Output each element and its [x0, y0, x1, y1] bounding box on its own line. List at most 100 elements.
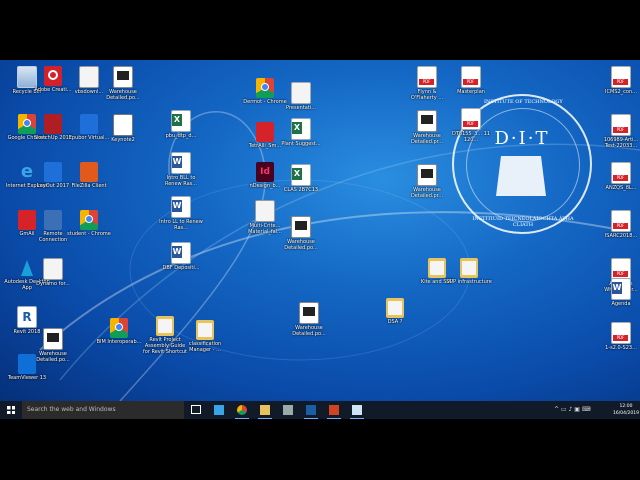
desktop-shortcut[interactable]: 1-s2.0-S23...	[598, 322, 640, 351]
desktop-shortcut[interactable]: Flynn & O'Flaherty ...	[404, 66, 450, 101]
taskbar-button[interactable]	[347, 401, 367, 419]
shortcut-label: 106989-Arti... Test-22033...	[603, 137, 639, 149]
desktop-shortcut[interactable]: ISARC2018...	[598, 210, 640, 239]
shortcut-label: Warehouse Detailed.po...	[284, 239, 318, 251]
desktop-shortcut[interactable]: 106989-Arti... Test-22033...	[598, 114, 640, 149]
flynn-oflaherty-icon	[417, 66, 437, 88]
desktop-shortcut[interactable]: Warehouse Detailed.po...	[30, 328, 76, 363]
shortcut-label: ANZQS_8L...	[605, 185, 637, 191]
layout-2017-icon	[44, 162, 62, 182]
shortcut-label: Warehouse Detailed.po...	[106, 89, 140, 101]
shortcut-label: Intro BLL to Renew Ras...	[164, 175, 198, 187]
shortcut-label: Agenda	[611, 301, 631, 307]
shortcut-label: DT8155_3... 11 120...	[451, 131, 491, 143]
shortcut-label: Flynn & O'Flaherty ...	[410, 89, 444, 101]
desktop-shortcut[interactable]: Warehouse Detailed.pr...	[404, 164, 450, 199]
desktop-shortcut[interactable]: SUP infrastructure	[446, 258, 492, 285]
shortcut-label: DBF Depositi...	[162, 265, 200, 271]
desktop-shortcut[interactable]: Dynamo for...	[30, 258, 76, 287]
shortcut-label: Warehouse Detailed.po...	[36, 351, 70, 363]
autodesk-whitepaper-icon	[611, 258, 631, 280]
desktop-shortcut[interactable]: Plant Suggest...	[278, 118, 324, 147]
desktop-shortcut[interactable]: classification Manager - ...	[182, 320, 228, 353]
desktop-shortcut[interactable]: Warehouse Detailed.po...	[286, 302, 332, 337]
desktop-shortcut[interactable]: Agenda	[598, 278, 640, 307]
dermot-chrome-icon	[256, 78, 274, 98]
desktop-shortcut[interactable]: DSA ?	[372, 298, 418, 325]
106989-icon	[611, 114, 631, 136]
taskbar-button[interactable]	[255, 401, 275, 419]
taskbar-button[interactable]	[278, 401, 298, 419]
start-button[interactable]	[0, 401, 22, 419]
plant-suggest-icon	[291, 118, 311, 140]
dynamo-icon	[43, 258, 63, 280]
desktop-shortcut[interactable]: FileZilla Client	[66, 162, 112, 189]
revit-assembly-guide-icon	[156, 316, 174, 336]
intro-ll-renew-icon	[171, 196, 191, 218]
warehouse-detailed-right2-icon	[417, 164, 437, 186]
keynote2-icon	[113, 114, 133, 136]
icms2-icon	[611, 66, 631, 88]
search-input[interactable]: Search the web and Windows	[22, 401, 184, 419]
task-view-icon	[191, 405, 201, 414]
taskbar-button[interactable]	[209, 401, 229, 419]
desktop-shortcut[interactable]: CLAS 2B7C13	[278, 164, 324, 193]
clock-date: 16/04/2019	[613, 411, 639, 416]
taskbar-button[interactable]	[324, 401, 344, 419]
desktop-shortcut[interactable]: pbu_dtp_d...	[158, 110, 204, 139]
clock[interactable]: 12:00 16/04/2019	[612, 403, 640, 417]
revit-taskbar-icon	[306, 405, 316, 415]
student-chrome-icon	[80, 210, 98, 230]
isarc2018-icon	[611, 210, 631, 232]
shortcut-label: student - Chrome	[67, 231, 111, 237]
taskbar-button[interactable]	[232, 401, 252, 419]
epubor-icon	[80, 114, 98, 134]
shortcut-label: Warehouse Detailed.po...	[292, 325, 326, 337]
powerpoint-taskbar-icon	[329, 405, 339, 415]
desktop-shortcut[interactable]: Warehouse Detailed.po...	[278, 216, 324, 251]
dbf-deposition-icon	[171, 242, 191, 264]
shortcut-label: SUP infrastructure	[446, 279, 492, 285]
classification-manager-icon	[196, 320, 214, 340]
shortcut-label: ISARC2018...	[604, 233, 638, 239]
file-explorer-icon	[260, 405, 270, 415]
warehouse-detailed-top-icon	[113, 66, 133, 88]
desktop[interactable]: INSTITUTE OF TECHNOLOGY D·I·T INSTITIÚID…	[0, 60, 640, 401]
kite-and-sup-icon	[428, 258, 446, 278]
store-icon	[283, 405, 293, 415]
desktop-shortcut[interactable]: ICMS2_con...	[598, 66, 640, 95]
desktop-shortcut[interactable]: Intro LL to Renew Ras...	[158, 196, 204, 231]
revit-2018-icon	[17, 306, 37, 328]
desktop-shortcut[interactable]: BIM Interoperab...	[96, 318, 142, 345]
shortcut-label: Masterplan	[457, 89, 485, 95]
desktop-shortcut[interactable]: DBF Depositi...	[158, 242, 204, 271]
shortcut-label: DSA ?	[387, 319, 403, 325]
desktop-shortcut[interactable]: Presentati...	[278, 82, 324, 111]
clas-icon	[291, 164, 311, 186]
shortcut-label: BIM Interoperab...	[96, 339, 142, 345]
desktop-shortcut[interactable]: ANZQS_8L...	[598, 162, 640, 191]
system-tray[interactable]: ^ ▭ ♪ ▣ ⌨	[554, 401, 610, 419]
presentation-icon	[291, 82, 311, 104]
desktop-shortcut[interactable]: student - Chrome	[66, 210, 112, 237]
sup-infrastructure-icon	[460, 258, 478, 278]
shortcut-label: classification Manager - ...	[188, 341, 222, 353]
masterplan-icon	[461, 66, 481, 88]
desktop-shortcut[interactable]: Masterplan	[448, 66, 494, 95]
shortcut-label: Warehouse Detailed.pr...	[410, 133, 444, 145]
shortcut-label: Intro LL to Renew Ras...	[159, 219, 203, 231]
clock-time: 12:00	[619, 404, 633, 409]
bim-interoperability-icon	[110, 318, 128, 338]
desktop-shortcut[interactable]: Keynote2	[100, 114, 146, 143]
desktop-shortcut[interactable]: Intro BLL to Renew Ras...	[158, 152, 204, 187]
shortcut-label: 1-s2.0-S23...	[605, 345, 637, 351]
desktop-shortcut[interactable]: DT8155_3... 11 120...	[448, 108, 494, 143]
taskbar-button[interactable]	[186, 401, 206, 419]
warehouse-detailed-right1-icon	[417, 110, 437, 132]
desktop-shortcut[interactable]: Warehouse Detailed.po...	[100, 66, 146, 101]
adobe-creative-cloud-icon	[44, 66, 62, 86]
desktop-shortcut[interactable]: Warehouse Detailed.pr...	[404, 110, 450, 145]
taskbar-button[interactable]	[301, 401, 321, 419]
dit-crest-icon	[496, 156, 546, 196]
warehouse-detailed-left-icon	[43, 328, 63, 350]
